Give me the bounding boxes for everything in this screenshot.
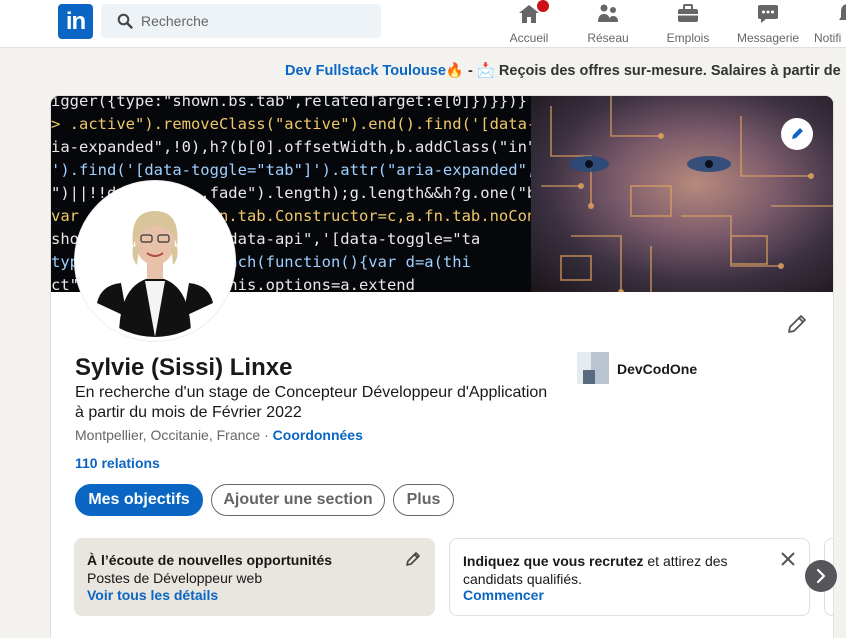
linkedin-logo[interactable]: in: [58, 4, 93, 39]
notification-badge: [535, 0, 551, 14]
promo-text: - 📩 Reçois des offres sur-mesure. Salair…: [463, 63, 841, 79]
messaging-icon: [758, 5, 778, 23]
nav-item-jobs[interactable]: Emplois: [662, 0, 714, 48]
pencil-icon: [792, 128, 803, 139]
nav-item-notifications[interactable]: Notifi: [812, 0, 846, 48]
profile-card: igger({type:"shown.bs.tab",relatedTarget…: [51, 96, 833, 638]
nav-item-home[interactable]: Accueil: [505, 0, 553, 48]
more-button[interactable]: Plus: [393, 484, 454, 516]
see-all-details-link[interactable]: Voir tous les détails: [87, 587, 218, 603]
promo-link[interactable]: Dev Fullstack Toulouse: [285, 63, 446, 79]
connections-link[interactable]: 110 relations: [75, 455, 160, 471]
briefcase-icon: [678, 4, 698, 22]
top-navbar: in Accueil Réseau Emplois: [0, 0, 846, 48]
promo-fire-emoji: 🔥: [445, 63, 464, 79]
company-logo: [577, 352, 609, 384]
nav-label-notifications: Notifi: [814, 31, 842, 45]
nav-label-home: Accueil: [509, 31, 549, 45]
nav-item-network[interactable]: Réseau: [584, 0, 632, 48]
hiring-card[interactable]: Indiquez que vous recrutez et attirez de…: [449, 538, 810, 616]
location-separator: ·: [260, 427, 273, 443]
search-input[interactable]: [141, 4, 371, 38]
profile-name: Sylvie (Sissi) Linxe: [75, 354, 293, 381]
hiring-text: Indiquez que vous recrutez et attirez de…: [463, 552, 763, 588]
profile-avatar[interactable]: [75, 181, 235, 341]
close-icon[interactable]: [780, 551, 796, 567]
network-icon: [598, 4, 618, 22]
pencil-icon: [788, 315, 806, 333]
open-to-work-roles: Postes de Développeur web: [87, 570, 263, 586]
pencil-icon[interactable]: [404, 550, 422, 568]
bell-icon: [839, 4, 846, 20]
nav-label-network: Réseau: [587, 31, 629, 45]
search-icon: [117, 13, 133, 29]
nav-label-jobs: Emplois: [666, 31, 710, 45]
open-to-work-card[interactable]: À l’écoute de nouvelles opportunités Pos…: [74, 538, 435, 616]
open-to-work-title: À l’écoute de nouvelles opportunités: [87, 552, 333, 568]
profile-location-line: Montpellier, Occitanie, France · Coordon…: [75, 427, 363, 443]
edit-intro-button[interactable]: [781, 308, 813, 340]
edit-banner-button[interactable]: [781, 118, 813, 150]
profile-location: Montpellier, Occitanie, France: [75, 427, 261, 443]
nav-label-messaging: Messagerie: [737, 31, 800, 45]
profile-photo: [79, 185, 231, 337]
carousel-next-button[interactable]: [805, 560, 837, 592]
banner-code-line: igger({type:"shown.bs.tab",relatedTarget…: [51, 96, 527, 110]
nav-item-messaging[interactable]: Messagerie: [737, 0, 799, 48]
profile-headline: En recherche d'un stage de Concepteur Dé…: [75, 384, 548, 421]
chevron-right-icon: [816, 568, 826, 584]
open-to-button[interactable]: Mes objectifs: [75, 484, 203, 516]
hiring-text-bold: Indiquez que vous recrutez: [463, 553, 644, 569]
contact-info-link[interactable]: Coordonnées: [273, 427, 363, 443]
get-started-link[interactable]: Commencer: [463, 587, 544, 603]
add-section-button[interactable]: Ajouter une section: [211, 484, 385, 516]
promo-banner[interactable]: Dev Fullstack Toulouse🔥 - 📩 Reçois des o…: [285, 62, 841, 79]
company-name: DevCodOne: [617, 361, 698, 377]
search-bar[interactable]: [101, 4, 381, 38]
